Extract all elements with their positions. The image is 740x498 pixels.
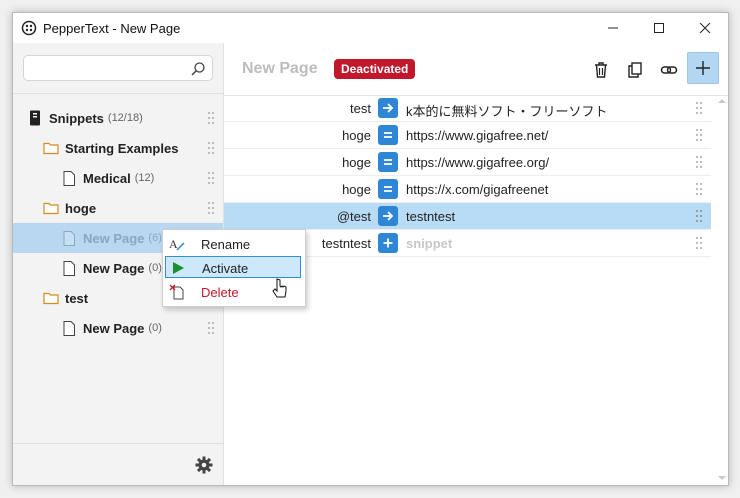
rename-icon: A (169, 237, 185, 251)
copy-icon (628, 62, 642, 78)
search-icon[interactable] (190, 61, 206, 77)
drag-handle-icon[interactable] (695, 236, 703, 250)
sidebar-footer-divider (13, 443, 223, 444)
tree-item-label: Snippets (49, 110, 104, 126)
link-icon (660, 66, 678, 74)
tree-item-count: (0) (148, 322, 162, 334)
arrow-icon[interactable] (378, 98, 398, 118)
drag-handle-icon[interactable] (695, 128, 703, 142)
tree-item-snippets[interactable]: Snippets (12/18) (13, 103, 223, 133)
tree-item-label: hoge (65, 200, 97, 216)
page-icon (61, 230, 77, 246)
maximize-icon (654, 23, 664, 33)
gear-icon[interactable] (195, 456, 213, 474)
folder-icon (43, 290, 59, 306)
search-box[interactable] (23, 55, 213, 81)
snippet-value[interactable]: https://www.gigafree.net/ (406, 128, 548, 143)
tree-item-medical[interactable]: Medical (12) (13, 163, 223, 193)
page-icon (61, 260, 77, 276)
snippet-value[interactable]: https://x.com/gigafreenet (406, 182, 548, 197)
snippet-row[interactable]: hoge https://www.gigafree.net/ (224, 122, 711, 149)
menu-item-rename[interactable]: A Rename (165, 233, 301, 255)
snippet-key[interactable]: hoge (342, 128, 371, 143)
tree-item-count: (12) (134, 172, 155, 184)
drag-handle-icon[interactable] (207, 171, 215, 185)
tree-item-label: test (65, 290, 89, 306)
page-header: New Page Deactivated (224, 43, 728, 96)
tree-item-hoge[interactable]: hoge (13, 193, 223, 223)
page-title[interactable]: New Page (242, 60, 318, 78)
mouse-cursor-icon (272, 278, 287, 298)
drag-handle-icon[interactable] (695, 182, 703, 196)
delete-icon (169, 284, 184, 300)
snippet-value[interactable]: https://www.gigafree.org/ (406, 155, 549, 170)
scroll-up-icon[interactable] (717, 95, 727, 107)
snippet-key[interactable]: hoge (342, 182, 371, 197)
snippet-key[interactable]: test (350, 101, 371, 116)
title-bar: PepperText - New Page (13, 13, 728, 43)
drag-handle-icon[interactable] (695, 155, 703, 169)
tree-item-label: New Page (83, 320, 145, 336)
snippet-key[interactable]: @test (337, 209, 371, 224)
page-icon (61, 320, 77, 336)
search-input[interactable] (30, 60, 194, 80)
drag-handle-icon[interactable] (695, 101, 703, 115)
svg-text:A: A (169, 237, 178, 251)
close-icon (699, 22, 711, 34)
snippet-row[interactable]: test k本的に無料ソフト・フリーソフト (224, 95, 711, 122)
app-window: PepperText - New Page Snippets(12/18) S (12, 12, 729, 486)
plus-icon[interactable] (378, 233, 398, 253)
status-badge[interactable]: Deactivated (334, 59, 416, 79)
plus-icon (696, 61, 710, 75)
snippet-value-placeholder[interactable]: snippet (406, 236, 452, 251)
snippet-row-selected[interactable]: @test testntest (224, 203, 711, 230)
tree-item-starting-examples[interactable]: Starting Examples (13, 133, 223, 163)
equals-icon[interactable] (378, 125, 398, 145)
tree-item-label: Medical (83, 170, 131, 186)
add-snippet-button[interactable] (687, 52, 719, 84)
equals-icon[interactable] (378, 179, 398, 199)
menu-item-label: Delete (201, 285, 239, 300)
maximize-button[interactable] (636, 13, 682, 43)
sidebar-divider (13, 93, 223, 94)
pepper-app-icon (21, 20, 37, 36)
scroll-down-icon[interactable] (717, 473, 727, 483)
tree-item-new-page[interactable]: New Page (0) (13, 313, 223, 343)
minimize-icon (608, 27, 618, 29)
folder-icon (43, 200, 59, 216)
snippet-row[interactable]: hoge https://www.gigafree.org/ (224, 149, 711, 176)
menu-item-label: Rename (201, 237, 251, 252)
snippet-key[interactable]: testntest (322, 236, 371, 251)
page-icon (61, 170, 77, 186)
menu-item-activate[interactable]: Activate (165, 256, 301, 278)
menu-item-label: Activate (202, 261, 249, 276)
drag-handle-icon[interactable] (207, 321, 215, 335)
minimize-button[interactable] (590, 13, 636, 43)
database-icon (27, 110, 43, 126)
trash-icon (595, 62, 607, 78)
folder-icon (43, 140, 59, 156)
delete-page-button[interactable] (588, 57, 614, 83)
link-button[interactable] (656, 57, 682, 83)
tree-item-count: (0) (148, 262, 162, 274)
drag-handle-icon[interactable] (207, 201, 215, 215)
drag-handle-icon[interactable] (207, 141, 215, 155)
tree-item-label: New Page (83, 230, 145, 246)
tree-item-count: (6) (148, 232, 162, 244)
snippet-row[interactable]: hoge https://x.com/gigafreenet (224, 176, 711, 203)
copy-page-button[interactable] (622, 57, 648, 83)
arrow-icon[interactable] (378, 206, 398, 226)
close-button[interactable] (682, 13, 728, 43)
tree-item-label: New Page (83, 260, 145, 276)
window-title: PepperText - New Page (43, 21, 181, 36)
drag-handle-icon[interactable] (695, 209, 703, 223)
equals-icon[interactable] (378, 152, 398, 172)
play-icon (173, 262, 184, 274)
snippet-value[interactable]: k本的に無料ソフト・フリーソフト (406, 101, 608, 120)
tree-item-count: (12/18) (107, 112, 143, 124)
snippet-value[interactable]: testntest (406, 209, 455, 224)
snippet-key[interactable]: hoge (342, 155, 371, 170)
drag-handle-icon[interactable] (207, 111, 215, 125)
tree-item-label: Starting Examples (65, 140, 179, 156)
